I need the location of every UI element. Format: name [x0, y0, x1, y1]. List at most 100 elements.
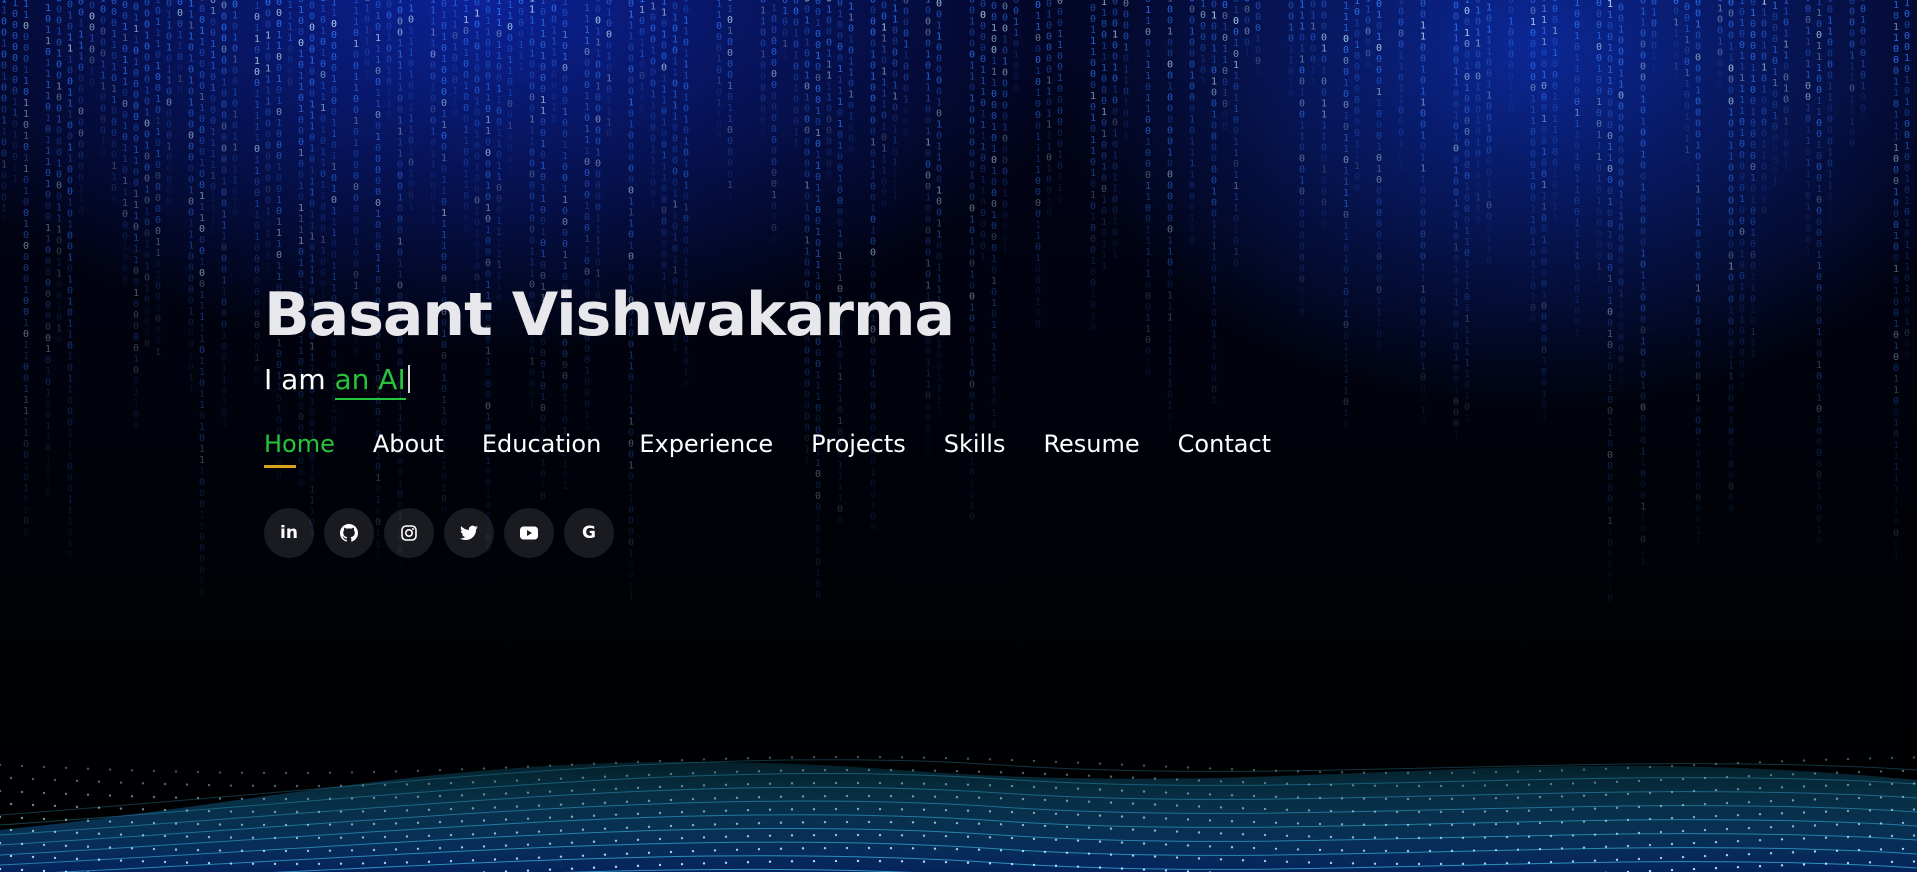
svg-text:0: 0 — [309, 88, 315, 99]
svg-text:1: 1 — [1453, 352, 1459, 363]
svg-text:1: 1 — [1189, 147, 1195, 158]
svg-text:1: 1 — [892, 125, 898, 136]
svg-text:1: 1 — [265, 250, 271, 261]
svg-text:0: 0 — [1090, 14, 1096, 25]
svg-text:0: 0 — [628, 230, 634, 241]
svg-text:1: 1 — [980, 109, 986, 120]
svg-text:1: 1 — [969, 72, 975, 83]
github-link[interactable] — [324, 508, 374, 558]
google-link[interactable]: G — [564, 508, 614, 558]
svg-text:0: 0 — [1739, 238, 1745, 249]
svg-text:0: 0 — [56, 192, 62, 203]
svg-text:0: 0 — [1453, 418, 1459, 429]
svg-text:0: 0 — [166, 98, 172, 109]
instagram-link[interactable] — [384, 508, 434, 558]
svg-text:0: 0 — [474, 107, 480, 118]
svg-text:1: 1 — [67, 54, 73, 65]
svg-text:1: 1 — [606, 96, 612, 107]
svg-text:0: 0 — [1475, 105, 1481, 116]
svg-text:0: 0 — [793, 95, 799, 106]
svg-text:0: 0 — [166, 0, 172, 10]
twitter-link[interactable] — [444, 508, 494, 558]
svg-text:1: 1 — [353, 6, 359, 17]
svg-text:1: 1 — [232, 110, 238, 121]
nav-item-projects[interactable]: Projects — [811, 428, 906, 470]
svg-text:1: 1 — [496, 238, 502, 249]
svg-text:1: 1 — [518, 51, 524, 62]
svg-text:0: 0 — [353, 105, 359, 116]
svg-text:1: 1 — [496, 7, 502, 18]
svg-text:1: 1 — [1827, 26, 1833, 37]
svg-text:0: 0 — [155, 182, 161, 193]
svg-text:0: 0 — [1365, 26, 1371, 37]
svg-text:1: 1 — [210, 39, 216, 50]
svg-text:1: 1 — [320, 158, 326, 169]
svg-text:0: 0 — [1222, 11, 1228, 22]
svg-text:1: 1 — [815, 568, 821, 579]
svg-text:1: 1 — [144, 185, 150, 196]
svg-text:0: 0 — [331, 63, 337, 74]
svg-text:0: 0 — [441, 164, 447, 175]
svg-text:1: 1 — [672, 100, 678, 111]
svg-text:1: 1 — [177, 30, 183, 41]
svg-text:0: 0 — [1552, 136, 1558, 147]
svg-text:1: 1 — [232, 176, 238, 187]
svg-text:0: 0 — [298, 137, 304, 148]
svg-text:0: 0 — [936, 207, 942, 218]
svg-text:0: 0 — [540, 62, 546, 73]
svg-text:0: 0 — [45, 201, 51, 212]
svg-text:0: 0 — [265, 195, 271, 206]
nav-item-home[interactable]: Home — [264, 428, 335, 470]
svg-text:1: 1 — [1002, 244, 1008, 255]
linkedin-link[interactable]: in — [264, 508, 314, 558]
svg-text:0: 0 — [518, 18, 524, 29]
nav-item-contact[interactable]: Contact — [1178, 428, 1271, 470]
svg-text:0: 0 — [485, 104, 491, 115]
svg-text:1: 1 — [1453, 22, 1459, 33]
svg-text:1: 1 — [1101, 195, 1107, 206]
svg-text:0: 0 — [1002, 211, 1008, 222]
svg-text:0: 0 — [1640, 414, 1646, 425]
nav-item-experience[interactable]: Experience — [639, 428, 773, 470]
svg-text:1: 1 — [188, 10, 194, 21]
svg-text:1: 1 — [375, 11, 381, 22]
svg-text:1: 1 — [441, 10, 447, 21]
svg-text:0: 0 — [683, 192, 689, 203]
svg-text:1: 1 — [1640, 458, 1646, 469]
svg-text:0: 0 — [837, 196, 843, 207]
svg-text:1: 1 — [1343, 1, 1349, 12]
nav-item-skills[interactable]: Skills — [944, 428, 1006, 470]
svg-text:1: 1 — [826, 60, 832, 71]
svg-text:0: 0 — [837, 185, 843, 196]
svg-text:0: 0 — [1211, 98, 1217, 109]
svg-text:1: 1 — [1772, 45, 1778, 56]
nav-item-resume[interactable]: Resume — [1043, 428, 1139, 470]
svg-text:0: 0 — [1453, 99, 1459, 110]
svg-text:1: 1 — [375, 33, 381, 44]
svg-text:0: 0 — [1420, 218, 1426, 229]
svg-text:0: 0 — [45, 300, 51, 311]
svg-text:0: 0 — [1772, 155, 1778, 166]
svg-text:1: 1 — [353, 17, 359, 28]
svg-text:0: 0 — [232, 0, 238, 11]
svg-text:0: 0 — [650, 13, 656, 24]
svg-text:0: 0 — [1233, 214, 1239, 225]
svg-text:0: 0 — [331, 30, 337, 41]
youtube-link[interactable] — [504, 508, 554, 558]
svg-text:0: 0 — [1354, 84, 1360, 95]
nav-item-education[interactable]: Education — [482, 428, 601, 470]
svg-text:0: 0 — [1376, 197, 1382, 208]
svg-text:1: 1 — [133, 387, 139, 398]
svg-text:0: 0 — [1618, 365, 1624, 376]
svg-text:1: 1 — [199, 92, 205, 103]
svg-text:1: 1 — [23, 384, 29, 395]
svg-text:1: 1 — [584, 102, 590, 113]
nav-item-about[interactable]: About — [373, 428, 444, 470]
svg-text:0: 0 — [1057, 161, 1063, 172]
svg-text:0: 0 — [23, 197, 29, 208]
svg-text:0: 0 — [1189, 15, 1195, 26]
svg-text:0: 0 — [1750, 0, 1756, 8]
svg-text:1: 1 — [1728, 52, 1734, 63]
svg-text:0: 0 — [1750, 52, 1756, 63]
svg-text:1: 1 — [496, 95, 502, 106]
